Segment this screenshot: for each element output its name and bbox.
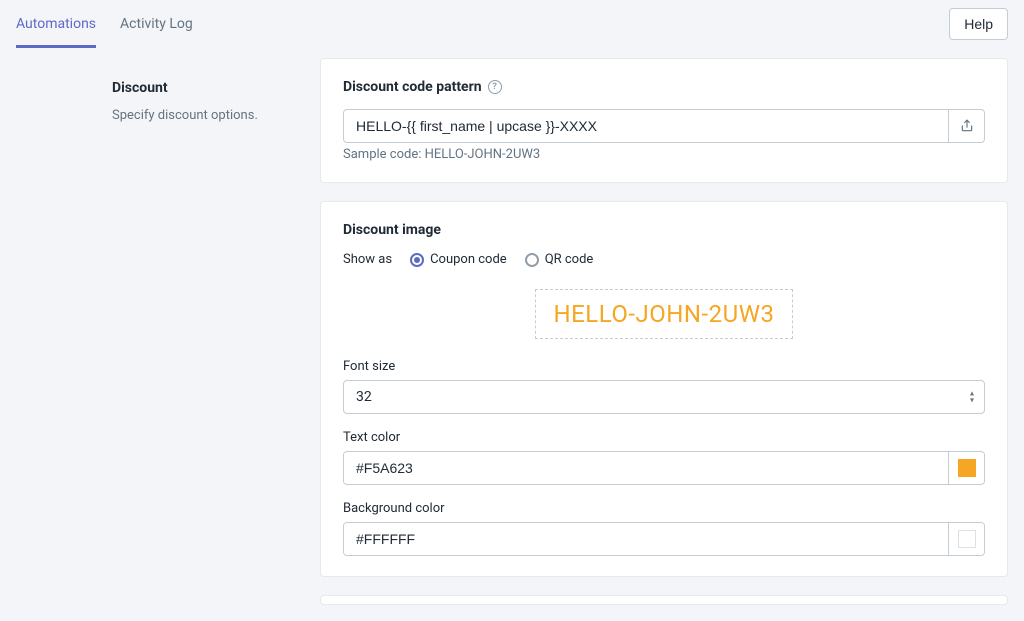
side-description: Specify discount options. bbox=[112, 108, 296, 123]
coupon-preview: HELLO-JOHN-2UW3 bbox=[535, 289, 794, 339]
color-swatch-icon bbox=[958, 459, 976, 477]
pattern-hint: Sample code: HELLO-JOHN-2UW3 bbox=[343, 147, 985, 162]
color-swatch-icon bbox=[958, 530, 976, 548]
text-color-row bbox=[343, 451, 985, 485]
tab-automations[interactable]: Automations bbox=[16, 0, 96, 48]
main-column: Discount code pattern ? Sample code: HEL… bbox=[320, 58, 1008, 605]
radio-coupon-code[interactable]: Coupon code bbox=[410, 252, 507, 267]
radio-dot-icon bbox=[525, 253, 539, 267]
font-size-label: Font size bbox=[343, 359, 985, 374]
text-color-input[interactable] bbox=[344, 452, 948, 484]
select-caret-icon: ▴▾ bbox=[970, 391, 974, 404]
card-discount-pattern: Discount code pattern ? Sample code: HEL… bbox=[320, 58, 1008, 183]
text-color-label: Text color bbox=[343, 430, 985, 445]
card-title-image: Discount image bbox=[343, 222, 985, 238]
help-icon[interactable]: ? bbox=[488, 80, 502, 94]
font-size-group: Font size 32 ▴▾ bbox=[343, 359, 985, 414]
share-button[interactable] bbox=[948, 110, 984, 142]
radio-coupon-label: Coupon code bbox=[430, 252, 507, 267]
text-color-swatch-button[interactable] bbox=[948, 452, 984, 484]
side-column: Discount Specify discount options. bbox=[16, 58, 296, 605]
bg-color-input[interactable] bbox=[344, 523, 948, 555]
preview-wrap: HELLO-JOHN-2UW3 bbox=[343, 289, 985, 339]
show-as-label: Show as bbox=[343, 252, 392, 267]
pattern-input-row bbox=[343, 109, 985, 143]
side-title: Discount bbox=[112, 80, 296, 96]
tab-activity-log[interactable]: Activity Log bbox=[120, 0, 193, 48]
top-bar: Automations Activity Log Help bbox=[0, 0, 1024, 48]
font-size-select[interactable]: 32 ▴▾ bbox=[343, 380, 985, 414]
card-discount-image: Discount image Show as Coupon code QR co… bbox=[320, 201, 1008, 577]
bg-color-swatch-button[interactable] bbox=[948, 523, 984, 555]
card-next-stub bbox=[320, 595, 1008, 605]
text-color-group: Text color bbox=[343, 430, 985, 485]
font-size-value: 32 bbox=[356, 389, 372, 405]
page-body: Discount Specify discount options. Disco… bbox=[0, 48, 1024, 621]
radio-qr-code[interactable]: QR code bbox=[525, 252, 594, 267]
show-as-row: Show as Coupon code QR code bbox=[343, 252, 985, 267]
tabs: Automations Activity Log bbox=[16, 0, 193, 48]
card-title-pattern: Discount code pattern ? bbox=[343, 79, 985, 95]
card-title-pattern-text: Discount code pattern bbox=[343, 79, 482, 95]
bg-color-label: Background color bbox=[343, 501, 985, 516]
help-button[interactable]: Help bbox=[949, 8, 1008, 40]
bg-color-group: Background color bbox=[343, 501, 985, 556]
bg-color-row bbox=[343, 522, 985, 556]
radio-dot-icon bbox=[410, 253, 424, 267]
share-icon bbox=[960, 119, 974, 133]
pattern-input[interactable] bbox=[344, 110, 948, 142]
radio-qr-label: QR code bbox=[545, 252, 594, 267]
